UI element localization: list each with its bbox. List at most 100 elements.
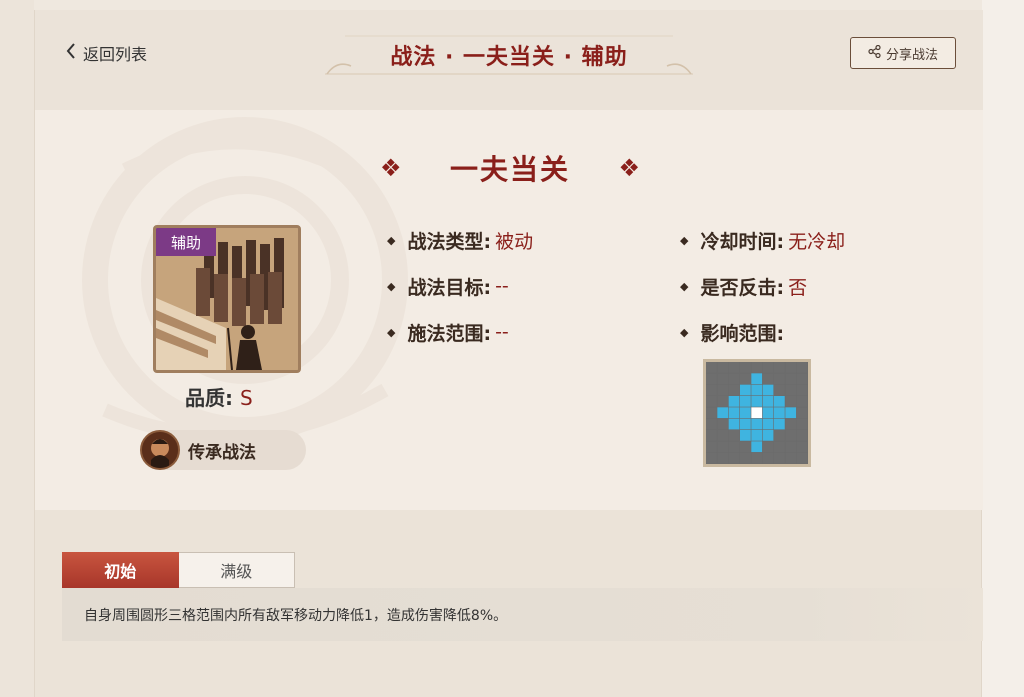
range-cell [717, 373, 729, 385]
attr-cooldown: ◆ 冷却时间: 无冷却 [680, 230, 846, 253]
range-cell [751, 452, 763, 464]
inherit-skill-badge[interactable]: 传承战法 [140, 430, 306, 470]
range-cell [751, 384, 763, 396]
range-cell [728, 441, 740, 453]
range-cell [706, 418, 717, 430]
range-cell [785, 452, 797, 464]
range-cell [774, 396, 785, 407]
range-cell [706, 441, 717, 453]
range-cell [785, 373, 797, 385]
range-cell [774, 452, 785, 464]
general-avatar [140, 430, 180, 470]
range-cell [740, 452, 751, 464]
range-cell [785, 418, 797, 430]
range-cell [706, 384, 717, 396]
range-cell [762, 452, 774, 464]
range-cell [728, 418, 740, 430]
range-cell [740, 418, 751, 430]
range-cell [740, 362, 751, 373]
attr-cast-range: ◆ 施法范围: -- [387, 321, 509, 345]
range-cell [762, 407, 774, 419]
range-cell [740, 396, 751, 407]
range-cell [774, 384, 785, 396]
range-cell [706, 452, 717, 464]
range-cell [728, 373, 740, 385]
diamond-bullet-icon: ◆ [387, 233, 396, 247]
range-cell [785, 441, 797, 453]
range-cell [762, 396, 774, 407]
back-to-list-link[interactable]: 返回列表 [65, 42, 147, 64]
chevron-left-icon [65, 42, 77, 64]
range-cell [774, 430, 785, 441]
range-cell [785, 396, 797, 407]
skill-info-card: ❖ 一夫当关 ❖ 辅助 品质: S 传承战法 ◆ 战法类型: 被动 ◆ 战法目标… [35, 110, 983, 510]
page-margin-right [982, 0, 1024, 697]
range-cell [774, 373, 785, 385]
page-title-block: 战法 · 一夫当关 · 辅助 [325, 30, 693, 80]
quality-row: 品质: S [185, 382, 253, 411]
range-cell [796, 441, 808, 453]
page-title: 战法 · 一夫当关 · 辅助 [390, 45, 628, 70]
range-cell [751, 373, 763, 385]
range-cell [717, 407, 729, 419]
range-cell [706, 373, 717, 385]
quality-value: S [239, 386, 253, 410]
range-cell [706, 430, 717, 441]
share-label: 分享战法 [885, 47, 938, 63]
range-cell [796, 396, 808, 407]
range-cell [774, 407, 785, 419]
range-cell [774, 362, 785, 373]
range-cell [751, 362, 763, 373]
range-cell [751, 441, 763, 453]
range-cell [796, 452, 808, 464]
range-cell [728, 396, 740, 407]
range-cell [728, 407, 740, 419]
general-portrait-icon [142, 432, 178, 468]
range-cell [774, 441, 785, 453]
attr-skill-target: ◆ 战法目标: -- [387, 275, 509, 299]
level-tabs: 初始 满级 [62, 552, 295, 588]
share-skill-button[interactable]: 分享战法 [850, 37, 956, 69]
range-cell [728, 430, 740, 441]
attr-skill-type: ◆ 战法类型: 被动 [387, 230, 534, 253]
attr-counterattack: ◆ 是否反击: 否 [680, 276, 808, 299]
skill-illustration: 辅助 [153, 225, 301, 373]
diamond-bullet-icon: ◆ [680, 279, 689, 293]
range-cell [785, 384, 797, 396]
skill-title-row: ❖ 一夫当关 ❖ [380, 148, 640, 188]
range-cell [717, 362, 729, 373]
header-bar: 返回列表 战法 · 一夫当关 · 辅助 分享战法 [35, 10, 983, 110]
range-cell [785, 430, 797, 441]
diamond-bullet-icon: ◆ [387, 279, 396, 293]
skill-description: 自身周围圆形三格范围内所有敌军移动力降低1，造成伤害降低8%。 [62, 588, 983, 641]
effect-range-grid [703, 359, 811, 467]
range-cell [728, 362, 740, 373]
range-cell [717, 384, 729, 396]
inherit-label: 传承战法 [188, 442, 256, 463]
range-cell [762, 441, 774, 453]
range-cell [717, 430, 729, 441]
range-cell [751, 418, 763, 430]
quality-label: 品质: [185, 386, 233, 410]
range-cell [740, 384, 751, 396]
range-cell [762, 362, 774, 373]
range-diagram-icon [706, 362, 808, 464]
range-cell [796, 407, 808, 419]
skill-name: 一夫当关 [449, 153, 570, 186]
range-cell [796, 362, 808, 373]
back-label: 返回列表 [83, 45, 148, 64]
tab-max-level[interactable]: 满级 [178, 552, 295, 588]
skill-tag-badge: 辅助 [156, 228, 216, 256]
range-cell [751, 430, 763, 441]
tab-initial[interactable]: 初始 [62, 552, 179, 588]
range-cell [706, 396, 717, 407]
range-cell [717, 452, 729, 464]
range-cell [740, 373, 751, 385]
range-cell [796, 418, 808, 430]
range-cell [796, 373, 808, 385]
range-cell [717, 441, 729, 453]
range-cell [751, 407, 763, 419]
range-cell [762, 373, 774, 385]
range-cell [785, 362, 797, 373]
attr-effect-range: ◆ 影响范围: [680, 322, 785, 345]
